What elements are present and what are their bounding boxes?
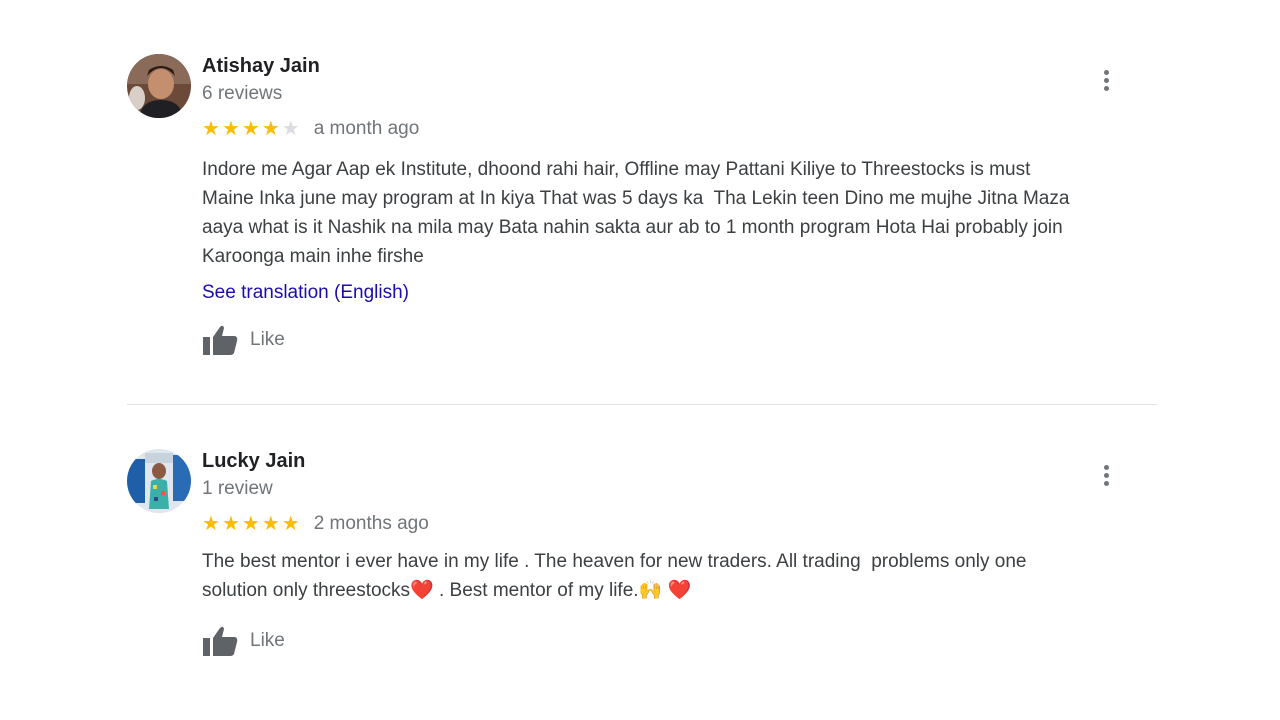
like-button[interactable]: Like [202,322,285,358]
thumbs-up-icon [203,626,238,656]
see-translation-link[interactable]: See translation (English) [202,282,409,304]
star-icon: ★ [261,118,280,140]
more-options-button[interactable] [1093,461,1119,489]
rating-row: ★ ★ ★ ★ ★ 2 months ago [202,511,429,537]
star-icon: ★ [241,118,260,140]
rating-row: ★ ★ ★ ★ ★ a month ago [202,116,419,142]
more-vert-icon [1103,69,1109,75]
more-vert-icon [1103,464,1109,470]
divider [127,404,1157,405]
like-button[interactable]: Like [202,623,285,659]
avatar[interactable] [127,449,191,513]
star-rating: ★ ★ ★ ★ ★ [202,119,300,139]
star-icon: ★ [281,513,300,535]
review-text: Indore me Agar Aap ek Institute, dhoond … [202,159,1070,267]
thumbs-up-icon [203,325,238,355]
author-name[interactable]: Lucky Jain [202,450,305,473]
review-count[interactable]: 6 reviews [202,83,282,105]
star-icon: ★ [241,513,260,535]
star-icon: ★ [202,118,220,140]
star-icon: ★ [221,513,240,535]
like-label: Like [250,329,285,350]
like-label: Like [250,630,285,651]
star-icon: ★ [281,118,300,140]
avatar[interactable] [127,54,191,118]
more-options-button[interactable] [1093,66,1119,94]
review-text: The best mentor i ever have in my life .… [202,551,1027,601]
review-date: 2 months ago [313,513,429,534]
star-icon: ★ [221,118,240,140]
review-count[interactable]: 1 review [202,478,273,500]
review-date: a month ago [313,118,420,139]
star-icon: ★ [202,513,220,535]
author-name[interactable]: Atishay Jain [202,55,320,78]
star-rating: ★ ★ ★ ★ ★ [202,514,300,534]
star-icon: ★ [261,513,280,535]
